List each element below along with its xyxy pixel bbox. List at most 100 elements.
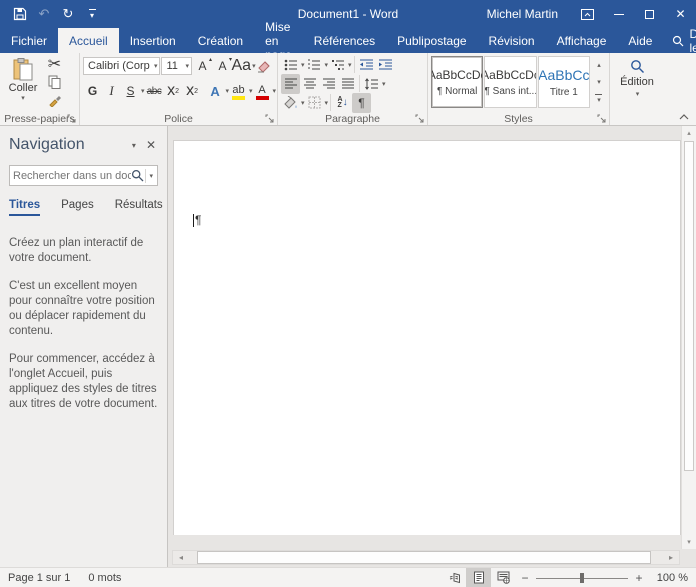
decrease-indent-icon[interactable] — [357, 55, 376, 75]
tab-fichier[interactable]: Fichier — [0, 28, 58, 53]
font-color-button[interactable]: A — [253, 81, 272, 101]
vertical-scrollbar[interactable]: ▴ ▾ — [681, 126, 696, 549]
increase-indent-icon[interactable] — [376, 55, 395, 75]
undo-icon[interactable]: ↶ — [34, 3, 54, 25]
justify-icon[interactable] — [338, 74, 357, 94]
minimize-button[interactable] — [603, 0, 634, 28]
styles-more-icon[interactable]: ▾ — [592, 90, 606, 107]
search-icon[interactable] — [131, 169, 144, 182]
zoom-out-button[interactable]: − — [516, 571, 534, 585]
line-spacing-dropdown-icon[interactable]: ▾ — [382, 80, 386, 88]
tab-revision[interactable]: Révision — [478, 28, 546, 53]
collapse-ribbon-icon[interactable] — [679, 114, 689, 120]
show-formatting-marks-button[interactable]: ¶ — [352, 92, 372, 113]
superscript-button[interactable]: x2 — [183, 81, 202, 101]
style-titre-1[interactable]: AaBbCc Titre 1 — [537, 56, 590, 108]
page-count-label[interactable]: Page 1 sur 1 — [8, 572, 70, 584]
sort-icon[interactable]: AZ ↓ — [333, 93, 352, 113]
document-search-input[interactable] — [13, 169, 132, 182]
font-size-combo[interactable]: 11 ▾ — [161, 56, 193, 75]
zoom-level-label[interactable]: 100 % — [648, 572, 688, 584]
vertical-scrollbar-thumb[interactable] — [684, 141, 694, 471]
document-page[interactable]: ¶ — [173, 140, 681, 535]
tab-affichage[interactable]: Affichage — [546, 28, 618, 53]
horizontal-scrollbar-thumb[interactable] — [197, 551, 651, 564]
editing-button[interactable]: Édition ▾ — [613, 55, 661, 98]
shading-icon[interactable] — [281, 93, 300, 113]
tab-creation[interactable]: Création — [187, 28, 254, 53]
styles-scroll-down-icon[interactable]: ▾ — [592, 73, 606, 90]
font-dialog-launcher-icon[interactable] — [265, 114, 274, 123]
format-painter-icon[interactable] — [45, 91, 64, 109]
print-layout-icon[interactable] — [466, 568, 491, 587]
tab-accueil[interactable]: Accueil — [58, 28, 119, 53]
clipboard-dialog-launcher-icon[interactable] — [67, 114, 76, 123]
tab-mise-en-page[interactable]: Mise en page — [254, 20, 303, 62]
styles-group-label: Styles — [504, 113, 533, 125]
scroll-right-icon[interactable]: ▸ — [663, 553, 679, 562]
ribbon-display-options-icon[interactable] — [572, 0, 603, 28]
styles-scroll-up-icon[interactable]: ▴ — [592, 56, 606, 73]
bullets-dropdown-icon[interactable]: ▾ — [301, 61, 305, 69]
nav-tab-titres[interactable]: Titres — [9, 199, 41, 216]
shrink-font-button[interactable]: A ▾ — [213, 56, 233, 76]
align-left-icon[interactable] — [281, 73, 300, 94]
maximize-button[interactable] — [634, 0, 665, 28]
tab-insertion[interactable]: Insertion — [119, 28, 187, 53]
styles-dialog-launcher-icon[interactable] — [597, 114, 606, 123]
line-spacing-icon[interactable] — [362, 74, 381, 94]
tab-references[interactable]: Références — [303, 28, 386, 53]
numbering-icon[interactable] — [305, 55, 324, 75]
read-mode-icon[interactable] — [441, 568, 466, 587]
style-normal[interactable]: AaBbCcDc ¶ Normal — [431, 56, 484, 108]
italic-button[interactable]: I — [102, 81, 121, 101]
nav-tab-pages[interactable]: Pages — [61, 199, 94, 216]
tab-publipostage[interactable]: Publipostage — [386, 28, 477, 53]
save-icon[interactable] — [10, 3, 30, 25]
multilevel-list-icon[interactable] — [328, 55, 347, 75]
word-count-label[interactable]: 0 mots — [88, 572, 121, 584]
tell-me-box[interactable]: Dites-le- — [663, 27, 696, 55]
underline-button[interactable]: S — [121, 81, 140, 101]
close-button[interactable]: ✕ — [665, 0, 696, 28]
clear-formatting-icon[interactable] — [255, 56, 274, 76]
align-right-icon[interactable] — [319, 74, 338, 94]
zoom-slider[interactable] — [536, 571, 628, 585]
grow-font-button[interactable]: A ▴ — [193, 56, 213, 76]
web-layout-icon[interactable] — [491, 568, 516, 587]
customize-qat-icon[interactable]: ▾ — [82, 3, 102, 25]
copy-icon[interactable] — [45, 73, 64, 91]
bullets-icon[interactable] — [281, 55, 300, 75]
scroll-up-icon[interactable]: ▴ — [682, 126, 696, 140]
underline-dropdown-icon[interactable]: ▾ — [141, 87, 145, 95]
text-effects-button[interactable]: A — [206, 81, 225, 101]
nav-tab-resultats[interactable]: Résultats — [115, 199, 163, 216]
user-name[interactable]: Michel Martin — [487, 7, 558, 21]
change-case-button[interactable]: Aa ▾ — [231, 56, 255, 76]
horizontal-scrollbar[interactable]: ◂ ▸ — [172, 550, 680, 565]
tab-aide[interactable]: Aide — [617, 28, 663, 53]
scroll-left-icon[interactable]: ◂ — [173, 553, 189, 562]
strikethrough-button[interactable]: abc — [145, 81, 164, 101]
borders-icon[interactable] — [305, 93, 324, 113]
bold-button[interactable]: G — [83, 81, 102, 101]
font-color-dropdown-icon[interactable]: ▾ — [273, 87, 277, 95]
shading-dropdown-icon[interactable]: ▾ — [301, 99, 305, 107]
align-center-icon[interactable] — [300, 74, 319, 94]
zoom-slider-thumb[interactable] — [580, 572, 584, 583]
redo-icon[interactable]: ↻ — [58, 3, 78, 25]
style-sans-interligne[interactable]: AaBbCcDc ¶ Sans int... — [484, 56, 537, 108]
font-name-combo[interactable]: Calibri (Corp ▾ — [83, 56, 161, 75]
highlight-color-button[interactable]: ab — [229, 81, 248, 101]
cut-icon[interactable]: ✂ — [45, 55, 64, 73]
zoom-in-button[interactable]: + — [630, 571, 648, 585]
scroll-down-icon[interactable]: ▾ — [682, 535, 696, 549]
paragraph-dialog-launcher-icon[interactable] — [415, 114, 424, 123]
multilevel-dropdown-icon[interactable]: ▾ — [348, 61, 352, 69]
borders-dropdown-icon[interactable]: ▾ — [325, 99, 329, 107]
subscript-button[interactable]: x2 — [164, 81, 183, 101]
search-options-dropdown-icon[interactable]: ▾ — [145, 168, 154, 183]
chevron-down-icon: ▾ — [185, 62, 190, 70]
navigation-options-icon[interactable]: ▾ — [124, 141, 144, 150]
navigation-close-icon[interactable]: ✕ — [144, 138, 158, 152]
